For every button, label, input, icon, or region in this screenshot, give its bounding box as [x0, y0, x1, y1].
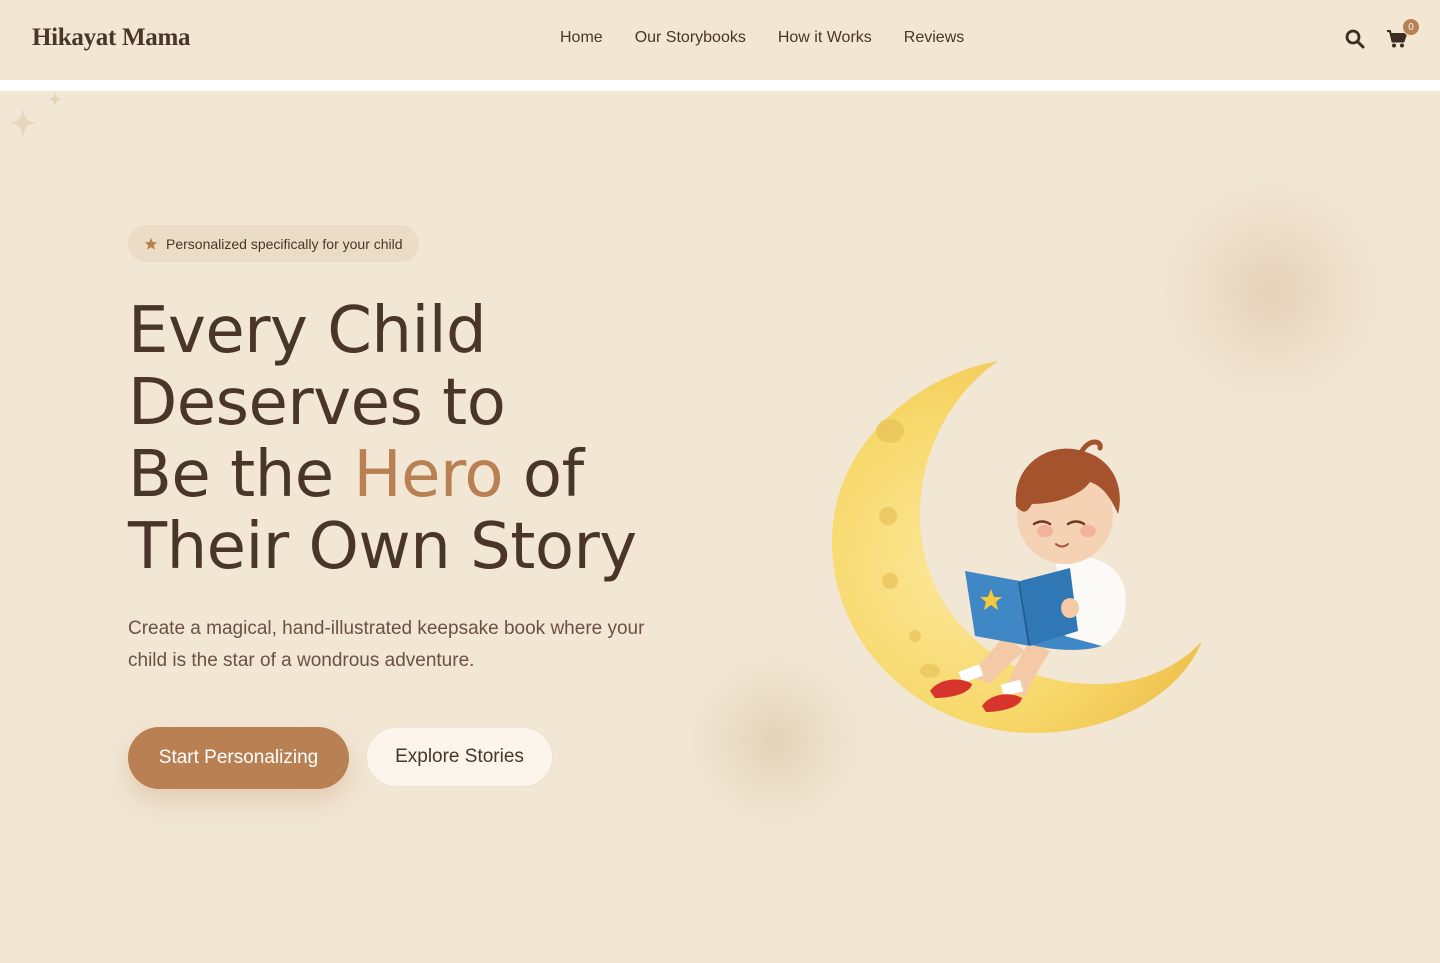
search-button[interactable] — [1342, 26, 1368, 52]
hero-illustration — [831, 361, 1202, 734]
hero-headline: Every Child Deserves to Be the Hero of T… — [128, 295, 728, 583]
nav-item-how-it-works: How it Works — [778, 29, 872, 47]
star-icon — [144, 237, 158, 250]
header-actions: 0 — [1342, 18, 1420, 52]
nav-link-storybooks[interactable]: Our Storybooks — [635, 29, 746, 46]
nav-link-reviews[interactable]: Reviews — [904, 29, 964, 46]
headline-line-4: Their Own Story — [128, 510, 637, 584]
sparkle-icon — [10, 107, 36, 139]
site-header: Hikayat Mama Home Our Storybooks How it … — [0, 0, 1440, 80]
search-icon — [1345, 29, 1365, 49]
personalized-badge: Personalized specifically for your child — [128, 225, 419, 262]
badge-text: Personalized specifically for your child — [166, 235, 403, 252]
nav-item-reviews: Reviews — [904, 29, 964, 47]
headline-line-1: Every Child — [128, 294, 487, 368]
explore-stories-button[interactable]: Explore Stories — [366, 727, 553, 787]
nav-item-storybooks: Our Storybooks — [635, 29, 746, 47]
brand-logo[interactable]: Hikayat Mama — [32, 24, 191, 52]
nav-item-home: Home — [560, 29, 603, 47]
headline-line-3-post: of — [503, 438, 584, 512]
child-figure — [930, 439, 1126, 712]
headline-line-2: Deserves to — [128, 366, 506, 440]
hero-subtext: Create a magical, hand-illustrated keeps… — [128, 618, 645, 671]
cart-count-badge: 0 — [1402, 18, 1420, 36]
nav-link-home[interactable]: Home — [560, 29, 603, 46]
headline-line-3-pre: Be the — [128, 438, 354, 512]
hero-section: Personalized specifically for your child… — [0, 91, 1440, 963]
header-divider — [0, 80, 1440, 91]
start-personalizing-button[interactable]: Start Personalizing — [128, 727, 349, 789]
headline-accent-word: Hero — [353, 438, 504, 512]
main-nav: Home Our Storybooks How it Works Reviews — [560, 29, 964, 47]
sparkle-icon — [48, 91, 62, 107]
nav-link-how-it-works[interactable]: How it Works — [778, 29, 872, 46]
cart-button[interactable]: 0 — [1384, 18, 1420, 52]
